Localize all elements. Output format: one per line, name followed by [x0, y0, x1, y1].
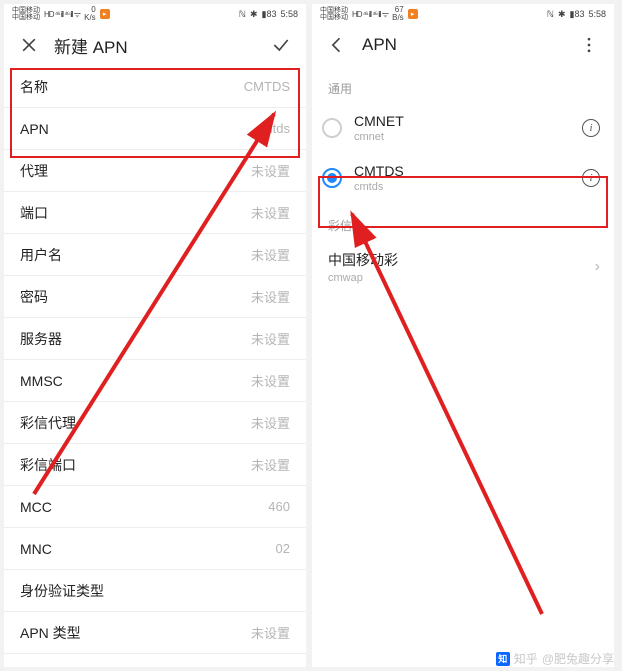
info-icon[interactable]: i [582, 169, 600, 187]
row-proxy[interactable]: 代理未设置 [4, 150, 306, 192]
row-apn[interactable]: APNcmtds [4, 108, 306, 150]
row-auth-type[interactable]: 身份验证类型 [4, 570, 306, 612]
row-password[interactable]: 密码未设置 [4, 276, 306, 318]
back-icon[interactable] [326, 34, 348, 56]
row-server[interactable]: 服务器未设置 [4, 318, 306, 360]
row-port[interactable]: 端口未设置 [4, 192, 306, 234]
apn-name: CMNET [354, 113, 570, 129]
page-title: 新建 APN [54, 33, 256, 58]
row-mms-proxy[interactable]: 彩信代理未设置 [4, 402, 306, 444]
statusbar: 中国移动 中国移动 HD ⁴⁶ ill ⁴⁶ ill ᯤ 67B/s ▸ ℕ ✱… [312, 4, 614, 24]
row-name[interactable]: 名称CMTDS [4, 66, 306, 108]
battery-icon: ▮83 [262, 9, 277, 20]
apn-item-cmnet[interactable]: CMNET cmnet i [312, 103, 614, 153]
row-mnc[interactable]: MNC02 [4, 528, 306, 570]
apn-sub: cmwap [328, 272, 583, 284]
nfc-icon: ℕ [239, 9, 246, 20]
confirm-icon[interactable] [270, 34, 292, 56]
phone-left: 中国移动 中国移动 HD ⁴⁶ ill ⁴⁶ ill ᯤ 0K/s ▸ ℕ ✱ … [4, 4, 306, 667]
apn-sub: cmtds [354, 181, 570, 193]
header: APN [312, 24, 614, 66]
zhihu-icon: 知 [496, 652, 510, 666]
clock: 5:58 [588, 9, 606, 19]
row-username[interactable]: 用户名未设置 [4, 234, 306, 276]
watermark: 知 知乎 @肥兔趣分享 [496, 650, 614, 667]
row-apn-type[interactable]: APN 类型未设置 [4, 612, 306, 654]
radio-icon[interactable] [322, 118, 342, 138]
row-mcc[interactable]: MCC460 [4, 486, 306, 528]
notif-icon: ▸ [100, 9, 110, 19]
apn-item-cmtds[interactable]: CMTDS cmtds i [312, 153, 614, 203]
phone-right: 中国移动 中国移动 HD ⁴⁶ ill ⁴⁶ ill ᯤ 67B/s ▸ ℕ ✱… [312, 4, 614, 667]
more-icon[interactable] [578, 34, 600, 56]
nfc-icon: ℕ [547, 9, 554, 20]
header: 新建 APN [4, 24, 306, 66]
chevron-right-icon: › [595, 258, 600, 276]
apn-name: CMTDS [354, 163, 570, 179]
battery-icon: ▮83 [570, 9, 585, 20]
row-mms-port[interactable]: 彩信端口未设置 [4, 444, 306, 486]
clock: 5:58 [280, 9, 298, 19]
bt-icon: ✱ [250, 9, 258, 20]
section-mms: 彩信 [312, 203, 614, 240]
info-icon[interactable]: i [582, 119, 600, 137]
radio-icon[interactable] [322, 168, 342, 188]
settings-list: 名称CMTDS APNcmtds 代理未设置 端口未设置 用户名未设置 密码未设… [4, 66, 306, 654]
row-mmsc[interactable]: MMSC未设置 [4, 360, 306, 402]
apn-item-cmwap[interactable]: 中国移动彩 cmwap › [312, 240, 614, 294]
section-general: 通用 [312, 66, 614, 103]
apn-name: 中国移动彩 [328, 250, 583, 270]
close-icon[interactable] [18, 34, 40, 56]
apn-sub: cmnet [354, 131, 570, 143]
bt-icon: ✱ [558, 9, 566, 20]
notif-icon: ▸ [408, 9, 418, 19]
statusbar: 中国移动 中国移动 HD ⁴⁶ ill ⁴⁶ ill ᯤ 0K/s ▸ ℕ ✱ … [4, 4, 306, 24]
page-title: APN [362, 35, 564, 55]
